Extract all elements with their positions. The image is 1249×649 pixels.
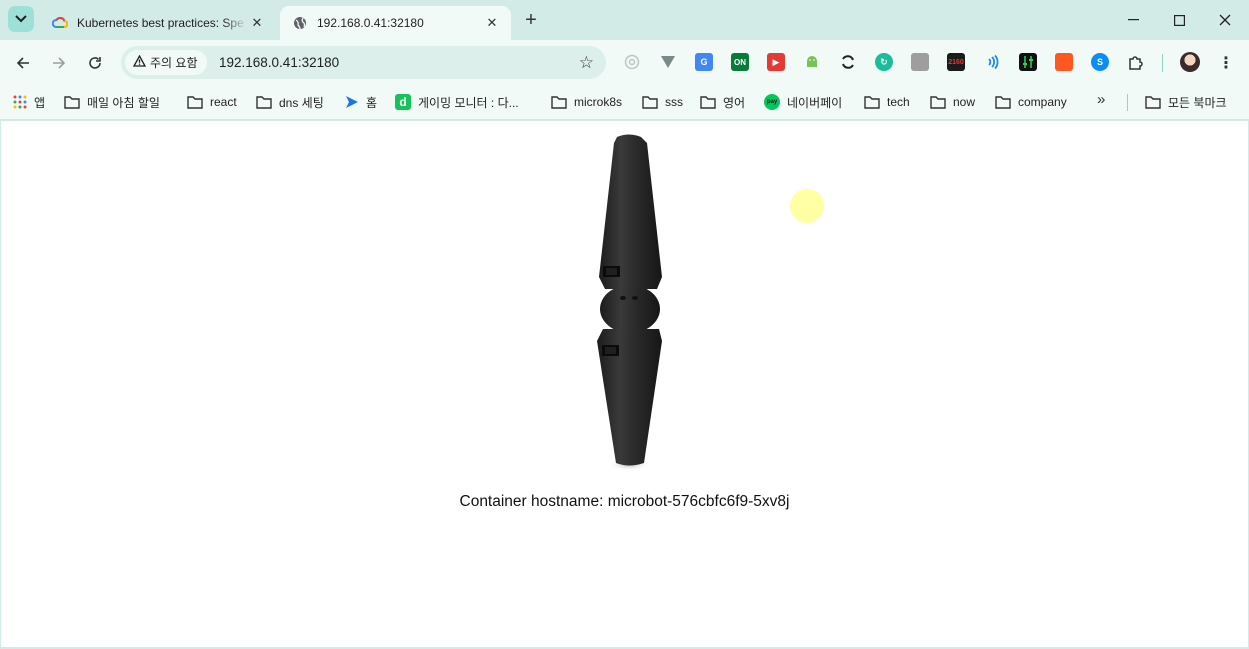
- bookmark-folder[interactable]: dns 세팅: [256, 91, 324, 113]
- bookmark-label: 게이밍 모니터 : 다...: [418, 95, 519, 110]
- close-icon: [1219, 14, 1231, 26]
- shopping-bag-icon[interactable]: [1055, 53, 1073, 71]
- bookmark-apps[interactable]: 앱: [13, 91, 45, 113]
- tab-title: Kubernetes best practices: Spe: [77, 16, 244, 30]
- folder-icon: [64, 95, 80, 109]
- bookmark-label: 모든 북마크: [1168, 95, 1227, 110]
- bookmarks-separator: [1127, 94, 1128, 111]
- folder-icon: [864, 95, 880, 109]
- bookmark-label: react: [210, 95, 237, 109]
- warning-triangle-icon: [132, 54, 147, 70]
- url-text[interactable]: 192.168.0.41:32180: [219, 55, 339, 70]
- cursor-highlight: [790, 189, 824, 223]
- more-menu-button[interactable]: ⋮: [1216, 52, 1236, 74]
- bookmark-star-icon[interactable]: ☆: [579, 53, 594, 73]
- folder-icon: [700, 95, 716, 109]
- wifi-signal-icon[interactable]: [983, 53, 1001, 71]
- bookmark-label: microk8s: [574, 95, 623, 109]
- bookmark-folder[interactable]: react: [187, 91, 237, 113]
- close-window-button[interactable]: [1202, 0, 1248, 40]
- tab-close-button[interactable]: ✕: [248, 14, 266, 32]
- back-button[interactable]: [10, 50, 36, 76]
- container-hostname-text: Container hostname: microbot-576cbfc6f9-…: [459, 493, 790, 510]
- toolbar-separator: [1162, 54, 1163, 72]
- bookmark-folder[interactable]: microk8s: [551, 91, 622, 113]
- toolbar: 주의 요함 192.168.0.41:32180 ☆ G ON ▶ ↻ 2160: [0, 40, 1249, 85]
- bookmark-folder[interactable]: company: [995, 91, 1067, 113]
- chevron-down-icon: [15, 15, 27, 23]
- android-icon[interactable]: [803, 53, 821, 71]
- youtube-icon[interactable]: ▶: [767, 53, 785, 71]
- reload-button[interactable]: [82, 50, 108, 76]
- play-arrow-icon: [345, 95, 359, 109]
- minimize-icon: [1127, 19, 1139, 21]
- folder-icon: [930, 95, 946, 109]
- profile-avatar[interactable]: [1180, 52, 1200, 72]
- bookmark-label: 영어: [723, 95, 746, 110]
- globe-icon: [292, 15, 308, 31]
- person-image-icon[interactable]: [911, 53, 929, 71]
- arrow-left-icon: [16, 57, 29, 69]
- bookmarks-bar: 앱 매일 아침 할일 react dns 세팅 홈 d 게이밍 모니터 : 다.…: [0, 85, 1249, 120]
- equalizer-icon[interactable]: [1019, 53, 1037, 71]
- new-tab-button[interactable]: +: [520, 10, 542, 32]
- maximize-button[interactable]: [1156, 0, 1202, 40]
- apps-grid-icon: [13, 95, 27, 109]
- bookmark-label: 앱: [34, 95, 46, 110]
- bookmark-label: 네이버페이: [787, 95, 843, 110]
- extension-icon-2[interactable]: [659, 53, 677, 71]
- bookmark-label: sss: [665, 95, 683, 109]
- folder-icon: [187, 95, 203, 109]
- bookmark-label: tech: [887, 95, 910, 109]
- bookmark-link[interactable]: d 게이밍 모니터 : 다...: [395, 91, 519, 113]
- on-toggle-icon[interactable]: ON: [731, 53, 749, 71]
- bookmark-folder[interactable]: now: [930, 91, 975, 113]
- all-bookmarks-folder[interactable]: 모든 북마크: [1145, 91, 1227, 113]
- tab-title: 192.168.0.41:32180: [317, 16, 424, 30]
- bookmark-link[interactable]: pay 네이버페이: [764, 91, 842, 113]
- sync-icon[interactable]: [839, 53, 857, 71]
- 2160-icon[interactable]: 2160: [947, 53, 965, 71]
- bookmark-folder[interactable]: tech: [864, 91, 910, 113]
- folder-icon: [256, 95, 272, 109]
- security-label: 주의 요함: [150, 56, 198, 70]
- folder-icon: [551, 95, 567, 109]
- address-bar[interactable]: 주의 요함 192.168.0.41:32180 ☆: [121, 46, 606, 79]
- google-cloud-icon: [52, 15, 68, 31]
- tab-close-button[interactable]: ✕: [483, 14, 501, 32]
- extension-icon-1[interactable]: [623, 53, 641, 71]
- page-content: Container hostname: microbot-576cbfc6f9-…: [1, 121, 1248, 647]
- forward-button[interactable]: [46, 50, 72, 76]
- maximize-icon: [1173, 14, 1185, 26]
- bookmark-folder[interactable]: 매일 아침 할일: [64, 91, 160, 113]
- bookmarks-overflow-button[interactable]: »: [1097, 91, 1105, 108]
- reload-icon: [89, 57, 101, 69]
- tab-kubernetes[interactable]: Kubernetes best practices: Spe ✕: [40, 6, 276, 40]
- d-logo-icon: d: [395, 94, 411, 110]
- folder-icon: [1145, 95, 1161, 109]
- tab-search-button[interactable]: [8, 6, 34, 32]
- shazam-icon[interactable]: S: [1091, 53, 1109, 71]
- bookmark-folder[interactable]: sss: [642, 91, 683, 113]
- microbot-image: [597, 134, 662, 471]
- folder-icon: [642, 95, 658, 109]
- bookmark-label: 홈: [366, 95, 378, 110]
- folder-icon: [995, 95, 1011, 109]
- bookmark-link[interactable]: 홈: [345, 91, 377, 113]
- minimize-button[interactable]: [1110, 0, 1156, 40]
- google-translate-icon[interactable]: G: [695, 53, 713, 71]
- bookmark-folder[interactable]: 영어: [700, 91, 745, 113]
- tab-strip: Kubernetes best practices: Spe ✕ 192.168…: [0, 0, 1249, 40]
- browser-window: Kubernetes best practices: Spe ✕ 192.168…: [0, 0, 1249, 649]
- refresh-green-icon[interactable]: ↻: [875, 53, 893, 71]
- bookmark-label: company: [1018, 95, 1067, 109]
- bookmark-label: now: [953, 95, 976, 109]
- arrow-right-icon: [53, 57, 66, 69]
- naver-pay-icon: pay: [764, 94, 780, 110]
- site-security-chip[interactable]: 주의 요함: [125, 50, 207, 75]
- puzzle-icon[interactable]: [1127, 53, 1145, 71]
- bookmark-label: dns 세팅: [279, 95, 324, 110]
- tab-current-page[interactable]: 192.168.0.41:32180 ✕: [280, 6, 511, 40]
- bookmark-label: 매일 아침 할일: [87, 95, 160, 110]
